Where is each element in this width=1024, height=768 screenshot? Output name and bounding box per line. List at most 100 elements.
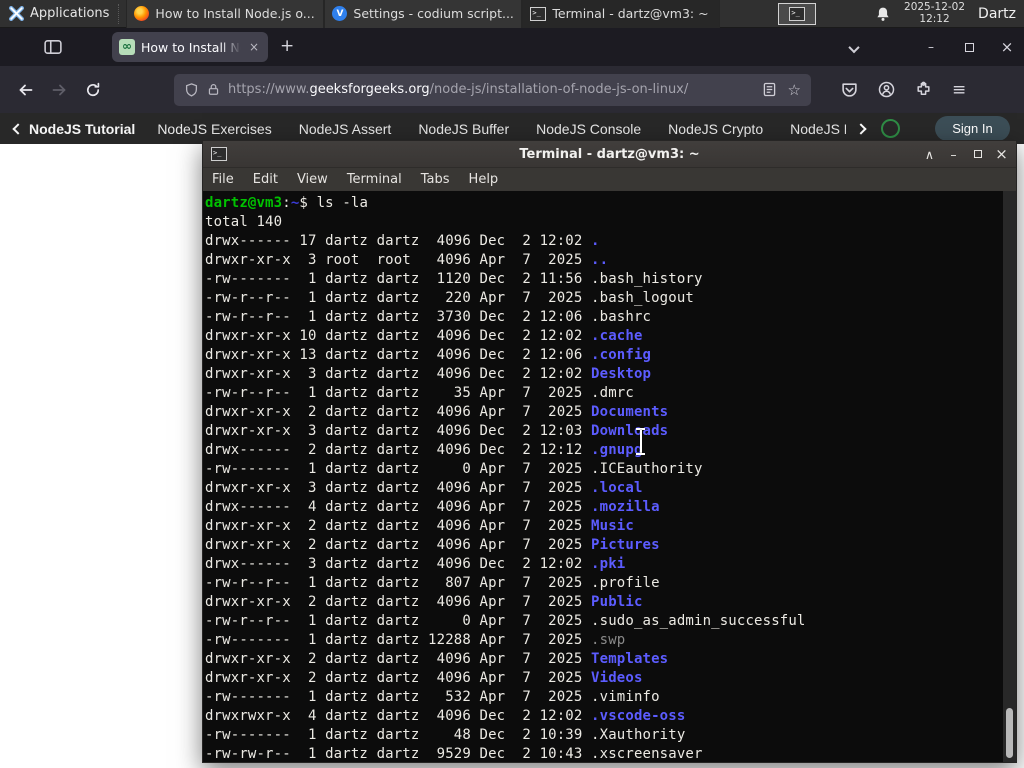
new-tab-button[interactable]: + xyxy=(280,36,294,56)
url-domain: geeksforgeeks.org xyxy=(309,82,430,97)
firefox-tab-bar: ∞ How to Install Node.js on × + – × xyxy=(0,28,1024,66)
terminal-scrollbar-thumb[interactable] xyxy=(1006,708,1013,758)
menu-edit[interactable]: Edit xyxy=(253,172,278,187)
file-name: . xyxy=(591,233,600,249)
terminal-listing-row: drwxr-xr-x 2 dartz dartz 4096 Apr 7 2025… xyxy=(205,518,634,534)
window-taskbar: How to Install Node.js o... V Settings -… xyxy=(126,0,721,28)
terminal-shade-button[interactable]: ∧ xyxy=(923,147,936,162)
terminal-scrollbar-track[interactable] xyxy=(1003,191,1016,762)
terminal-maximize-button[interactable] xyxy=(971,150,984,158)
terminal-icon: >_ xyxy=(789,6,806,21)
tracking-shield-icon[interactable] xyxy=(184,82,199,98)
panel-username[interactable]: Dartz xyxy=(978,6,1016,22)
pocket-save-icon[interactable] xyxy=(841,81,858,98)
terminal-listing-row: -rw------- 1 dartz dartz 12288 Apr 7 202… xyxy=(205,632,626,648)
chevron-left-icon xyxy=(12,122,24,135)
taskbar-button-label: Settings - codium script... xyxy=(353,6,514,21)
taskbar-button-firefox[interactable]: How to Install Node.js o... xyxy=(126,0,325,28)
window-minimize-button[interactable]: – xyxy=(924,40,938,54)
typed-command: ls -la xyxy=(316,195,369,211)
menu-terminal[interactable]: Terminal xyxy=(347,172,402,187)
subnav-item[interactable]: NodeJS Crypto xyxy=(668,121,763,137)
terminal-screen[interactable]: dartz@vm3:~$ ls -la total 140 drwx------… xyxy=(203,191,1016,762)
file-name: .. xyxy=(591,252,609,268)
forward-button[interactable] xyxy=(42,74,76,106)
terminal-listing-row: -rw-r--r-- 1 dartz dartz 0 Apr 7 2025 .s… xyxy=(205,613,806,629)
search-icon[interactable] xyxy=(881,119,900,138)
terminal-listing-row: -rw-r--r-- 1 dartz dartz 220 Apr 7 2025 … xyxy=(205,290,694,306)
file-name: .profile xyxy=(591,575,660,591)
browser-tab-active[interactable]: ∞ How to Install Node.js on × xyxy=(112,32,268,62)
lock-icon[interactable] xyxy=(207,82,220,97)
workspace-pager[interactable]: >_ xyxy=(778,2,817,25)
file-name: Music xyxy=(591,518,634,534)
firefox-navigation-toolbar: https://www.geeksforgeeks.org/node-js/in… xyxy=(0,66,1024,113)
file-name: .xscreensaver xyxy=(591,746,703,762)
file-name: .pki xyxy=(591,556,626,572)
subnav-item[interactable]: NodeJS Assert xyxy=(299,121,392,137)
terminal-close-button[interactable]: × xyxy=(995,145,1008,163)
mouse-cursor-ibeam xyxy=(635,428,646,455)
tab-close-icon[interactable]: × xyxy=(249,41,259,53)
xfce-top-panel: Applications How to Install Node.js o...… xyxy=(0,0,1024,28)
back-button[interactable] xyxy=(8,74,42,106)
sign-in-button[interactable]: Sign In xyxy=(935,116,1010,141)
panel-clock[interactable]: 2025-12-02 12:12 xyxy=(904,1,965,25)
terminal-listing-row: -rw-r--r-- 1 dartz dartz 35 Apr 7 2025 .… xyxy=(205,385,634,401)
url-bar[interactable]: https://www.geeksforgeeks.org/node-js/in… xyxy=(174,73,811,106)
taskbar-button-vscodium[interactable]: V Settings - codium script... xyxy=(324,0,523,28)
reader-mode-icon[interactable] xyxy=(763,82,776,97)
terminal-listing-row: drwxr-xr-x 13 dartz dartz 4096 Dec 2 12:… xyxy=(205,347,652,363)
file-name: Public xyxy=(591,594,643,610)
url-path: /node-js/installation-of-node-js-on-linu… xyxy=(429,82,689,97)
subnav-item[interactable]: NodeJS Console xyxy=(536,121,641,137)
reload-button[interactable] xyxy=(76,74,110,106)
terminal-titlebar[interactable]: >_ Terminal - dartz@vm3: ~ ∧ – × xyxy=(203,141,1016,167)
window-maximize-button[interactable] xyxy=(962,42,976,52)
menu-file[interactable]: File xyxy=(212,172,234,187)
file-name: Templates xyxy=(591,651,669,667)
prompt-user-host: dartz@vm3 xyxy=(205,195,283,211)
file-name: Videos xyxy=(591,670,643,686)
file-name: .mozilla xyxy=(591,499,660,515)
app-menu-hamburger-icon[interactable]: ≡ xyxy=(952,81,966,98)
prompt-symbol: $ xyxy=(299,195,317,211)
terminal-listing-row: drwx------ 3 dartz dartz 4096 Dec 2 12:0… xyxy=(205,556,626,572)
file-name: Desktop xyxy=(591,366,652,382)
terminal-window-title: Terminal - dartz@vm3: ~ xyxy=(519,146,700,162)
subnav-item[interactable]: NodeJS Buffer xyxy=(418,121,509,137)
terminal-listing-row: -rw-rw-r-- 1 dartz dartz 9529 Dec 2 10:4… xyxy=(205,746,703,762)
total-line: total 140 xyxy=(205,214,283,230)
file-name: Downloads xyxy=(591,423,669,439)
terminal-listing-row: drwx------ 2 dartz dartz 4096 Dec 2 12:1… xyxy=(205,442,643,458)
menu-view[interactable]: View xyxy=(297,172,328,187)
terminal-listing-row: -rw------- 1 dartz dartz 1120 Dec 2 11:5… xyxy=(205,271,703,287)
panel-separator xyxy=(118,3,123,24)
terminal-minimize-button[interactable]: – xyxy=(947,147,960,162)
notification-bell-icon[interactable] xyxy=(875,6,891,22)
taskbar-button-terminal[interactable]: >_ Terminal - dartz@vm3: ~ xyxy=(522,0,721,28)
terminal-window: >_ Terminal - dartz@vm3: ~ ∧ – × File Ed… xyxy=(202,140,1017,763)
menu-tabs[interactable]: Tabs xyxy=(421,172,450,187)
desktop: Applications How to Install Node.js o...… xyxy=(0,0,1024,768)
urlbar-right-icons: ☆ xyxy=(763,81,801,99)
subnav-back-link[interactable]: NodeJS Tutorial xyxy=(12,121,135,137)
file-name: .bash_logout xyxy=(591,290,694,306)
bookmark-star-icon[interactable]: ☆ xyxy=(788,81,801,99)
extensions-puzzle-icon[interactable] xyxy=(915,81,932,98)
subnav-item[interactable]: NodeJS Exercises xyxy=(157,121,271,137)
taskbar-button-label: Terminal - dartz@vm3: ~ xyxy=(552,6,709,21)
file-name: .ICEauthority xyxy=(591,461,703,477)
file-name: Pictures xyxy=(591,537,660,553)
terminal-listing-row: drwxr-xr-x 2 dartz dartz 4096 Apr 7 2025… xyxy=(205,404,669,420)
terminal-listing-row: drwxr-xr-x 2 dartz dartz 4096 Apr 7 2025… xyxy=(205,670,643,686)
menu-help[interactable]: Help xyxy=(469,172,499,187)
firefox-view-icon[interactable] xyxy=(44,39,62,55)
window-close-button[interactable]: × xyxy=(1000,38,1014,56)
terminal-listing-row: drwxrwxr-x 4 dartz dartz 4096 Dec 2 12:0… xyxy=(205,708,686,724)
account-icon[interactable] xyxy=(878,81,895,98)
terminal-window-controls: ∧ – × xyxy=(923,145,1008,163)
applications-menu-button[interactable]: Applications xyxy=(0,0,118,28)
tabbar-right-controls: – × xyxy=(848,28,1014,66)
list-all-tabs-chevron-icon[interactable] xyxy=(848,38,860,57)
